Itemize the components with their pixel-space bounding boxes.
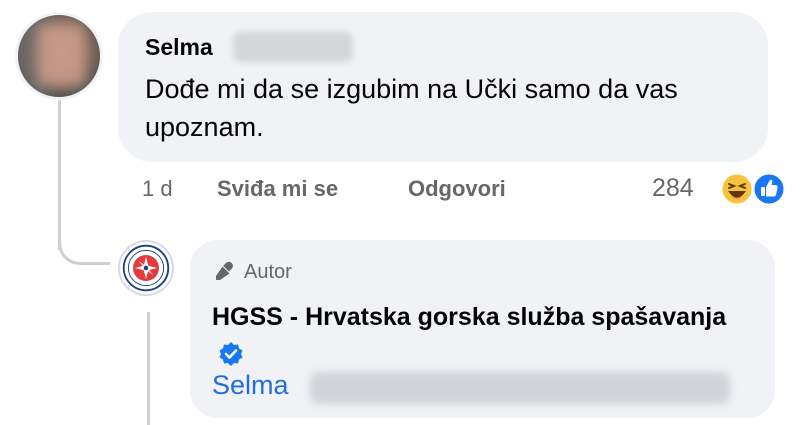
comment-author-name[interactable]: Selma [145,34,213,61]
verified-badge-icon [219,342,243,366]
like-button[interactable]: Sviđa mi se [217,176,338,202]
thread-connector-curve [58,215,110,265]
author-badge: Autor [212,260,292,284]
reply-author-name[interactable]: HGSS - Hrvatska gorska služba spašavanja [212,298,752,374]
redacted-surname [233,32,353,62]
commenter-avatar[interactable] [15,12,103,100]
reply-button[interactable]: Odgovori [408,176,506,202]
hgss-logo-avatar[interactable] [118,240,174,296]
author-badge-label: Autor [244,260,292,283]
reply-mention[interactable]: Selma [212,370,289,401]
redacted-mention-surname [310,372,730,404]
reply-bubble: Autor HGSS - Hrvatska gorska služba spaš… [190,240,775,418]
reply-thread-line [147,312,150,425]
comment-timestamp[interactable]: 1 d [142,176,173,202]
like-icon[interactable] [752,172,786,206]
haha-icon[interactable] [720,172,754,206]
microphone-icon [216,261,233,280]
comment-bubble: Selma Dođe mi da se izgubim na Učki samo… [118,12,768,162]
reply-author-text[interactable]: HGSS - Hrvatska gorska služba spašavanja [212,303,726,331]
comment-text: Dođe mi da se izgubim na Učki samo da va… [145,74,678,142]
reaction-count[interactable]: 284 [652,174,694,203]
avatar-blur-face [38,25,84,85]
